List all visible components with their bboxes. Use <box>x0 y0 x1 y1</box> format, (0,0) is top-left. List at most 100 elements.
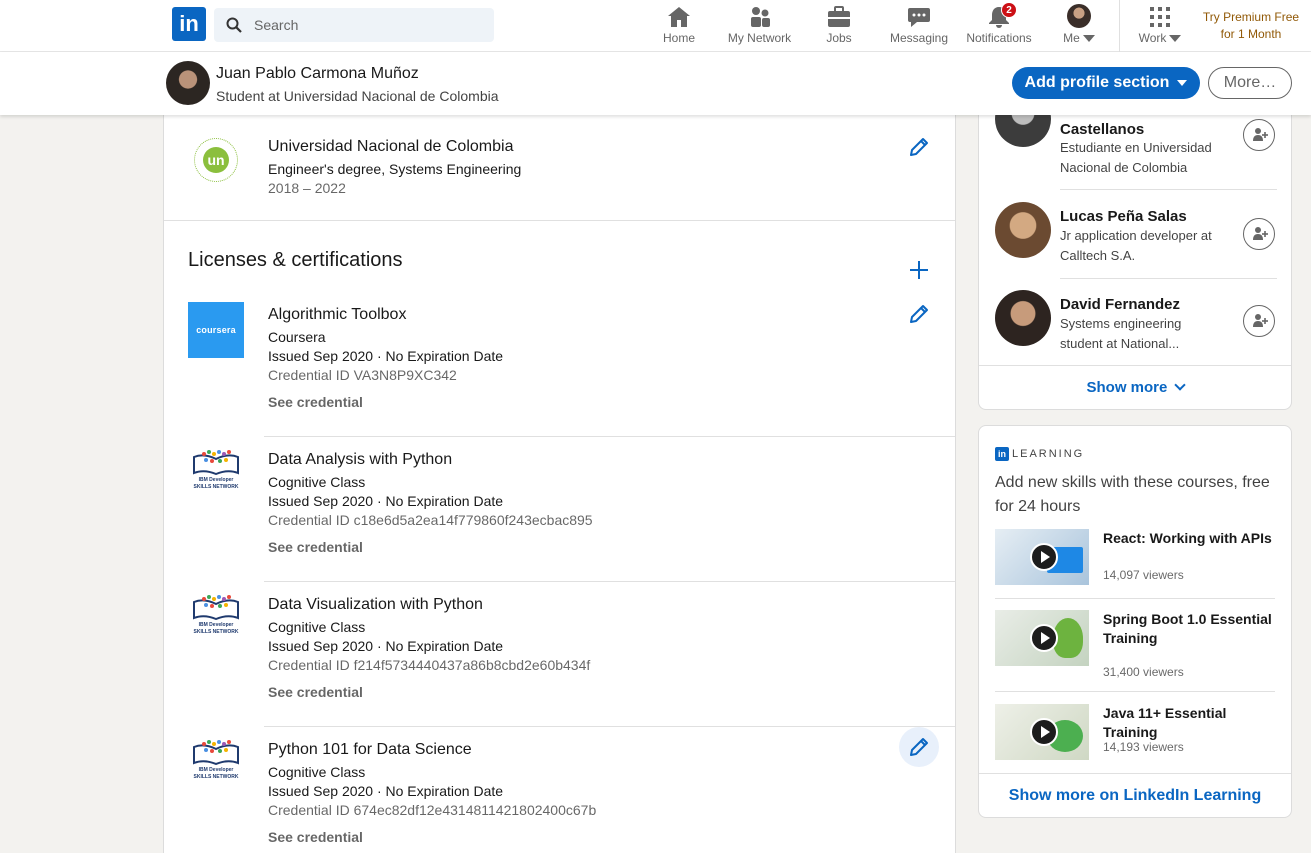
see-credential-link[interactable]: See credential <box>268 684 363 700</box>
add-person-icon <box>1253 314 1268 327</box>
certification-issued: Issued Sep 2020 · No Expiration Date <box>268 348 504 364</box>
certification-name[interactable]: Algorithmic Toolbox <box>268 306 406 324</box>
certification-name[interactable]: Python 101 for Data Science <box>268 741 472 759</box>
chevron-down-icon <box>1169 35 1182 43</box>
certification-issued: Issued Sep 2020 · No Expiration Date <box>268 493 504 509</box>
notification-badge: 2 <box>1001 2 1017 18</box>
search-input[interactable] <box>254 8 484 42</box>
certification-name[interactable]: Data Analysis with Python <box>268 451 452 469</box>
course-thumbnail[interactable] <box>995 610 1089 666</box>
chevron-down-icon <box>1082 35 1095 43</box>
avatar[interactable] <box>995 202 1051 258</box>
connect-button[interactable] <box>1243 119 1275 151</box>
nav-jobs-label: Jobs <box>826 31 852 45</box>
coursera-logo[interactable]: coursera <box>188 302 244 358</box>
linkedin-learning-logo: in <box>995 447 1009 461</box>
certification-item: coursera Algorithmic Toolbox Coursera Is… <box>164 292 955 437</box>
connect-button[interactable] <box>1243 305 1275 337</box>
certification-credential-id: Credential ID f214f5734440437a86b8cbd2e6… <box>268 657 591 673</box>
show-more-button[interactable]: Show more <box>979 365 1291 409</box>
course-item[interactable]: React: Working with APIs 14,097 viewers <box>995 529 1275 601</box>
university-logo-text: un <box>203 147 229 173</box>
ibm-skills-network-logo[interactable]: IBM Developer SKILLS NETWORK <box>190 592 242 648</box>
person-name[interactable]: Lucas Peña Salas <box>1060 208 1187 225</box>
certification-issued: Issued Sep 2020 · No Expiration Date <box>268 638 504 654</box>
course-title[interactable]: Java 11+ Essential Training <box>1103 704 1275 742</box>
certification-credential-id: Credential ID VA3N8P9XC342 <box>268 367 457 383</box>
more-button[interactable]: More… <box>1208 67 1292 99</box>
nav-my-network[interactable]: My Network <box>722 4 797 48</box>
search-icon <box>226 17 242 33</box>
divider <box>995 598 1275 599</box>
education-school[interactable]: Universidad Nacional de Colombia <box>268 138 513 156</box>
nav-me[interactable]: Me <box>1054 4 1104 48</box>
profile-name: Juan Pablo Carmona Muñoz <box>216 65 419 82</box>
pencil-icon <box>910 138 928 156</box>
certification-issuer: Cognitive Class <box>268 474 366 490</box>
play-icon <box>1030 624 1058 652</box>
nav-work[interactable]: Work <box>1134 4 1186 48</box>
chevron-down-icon <box>1173 379 1186 391</box>
see-credential-link[interactable]: See credential <box>268 539 363 555</box>
nav-notifications[interactable]: 2 Notifications <box>963 2 1035 48</box>
learning-label: LEARNING <box>1012 448 1085 460</box>
certification-item: IBM Developer SKILLS NETWORK Data Analys… <box>164 437 955 582</box>
connect-button[interactable] <box>1243 218 1275 250</box>
course-viewers: 14,193 viewers <box>1103 740 1184 754</box>
divider <box>995 691 1275 692</box>
people-also-viewed-card: Castellanos Estudiante en Universidad Na… <box>978 91 1292 410</box>
nav-me-label: Me <box>1063 31 1080 45</box>
nav-home-label: Home <box>662 31 695 45</box>
person-name[interactable]: David Fernandez <box>1060 296 1180 313</box>
course-title[interactable]: React: Working with APIs <box>1103 529 1275 548</box>
ibm-skills-network-logo[interactable]: IBM Developer SKILLS NETWORK <box>190 447 242 503</box>
show-more-learning-link[interactable]: Show more on LinkedIn Learning <box>979 773 1291 818</box>
add-profile-section-label: Add profile section <box>1024 74 1170 91</box>
education-years: 2018 – 2022 <box>268 180 346 196</box>
see-credential-link[interactable]: See credential <box>268 829 363 845</box>
licenses-section-title: Licenses & certifications <box>188 249 403 271</box>
nav-my-network-label: My Network <box>727 31 792 45</box>
avatar[interactable] <box>166 61 210 105</box>
ibm-skills-network-logo[interactable]: IBM Developer SKILLS NETWORK <box>190 737 242 793</box>
profile-headline: Student at Universidad Nacional de Colom… <box>216 88 499 104</box>
certification-issuer: Cognitive Class <box>268 764 366 780</box>
person-headline: Systems engineering student at National.… <box>1060 316 1182 351</box>
certification-item: IBM Developer SKILLS NETWORK Python 101 … <box>164 727 955 853</box>
course-item[interactable]: Java 11+ Essential Training 14,193 viewe… <box>995 704 1275 776</box>
add-license-button[interactable] <box>904 255 934 285</box>
edit-certification-button[interactable] <box>899 727 939 767</box>
course-title[interactable]: Spring Boot 1.0 Essential Training <box>1103 610 1275 648</box>
certification-credential-id: Credential ID 674ec82df12e43148114218024… <box>268 802 597 818</box>
book-icon <box>193 740 239 765</box>
person-headline: Jr application developer at Calltech S.A… <box>1060 228 1212 263</box>
nav-work-label: Work <box>1138 31 1167 45</box>
search-box[interactable] <box>214 8 494 42</box>
try-premium-link[interactable]: Try Premium Free for 1 Month <box>1196 9 1306 43</box>
message-icon <box>908 8 930 27</box>
play-icon <box>1030 718 1058 746</box>
grid-icon <box>1150 7 1170 27</box>
show-more-label: Show more <box>1086 379 1168 396</box>
nav-jobs[interactable]: Jobs <box>814 4 864 48</box>
profile-main-card: un Universidad Nacional de Colombia Engi… <box>163 115 956 853</box>
nav-messaging[interactable]: Messaging <box>886 4 952 48</box>
course-thumbnail[interactable] <box>995 529 1089 585</box>
course-thumbnail[interactable] <box>995 704 1089 760</box>
edit-education-button[interactable] <box>899 127 939 167</box>
home-icon <box>668 7 690 27</box>
person-name[interactable]: Castellanos <box>1060 121 1144 138</box>
avatar[interactable] <box>995 290 1051 346</box>
edit-certification-button[interactable] <box>899 294 939 334</box>
add-profile-section-button[interactable]: Add profile section <box>1012 67 1200 99</box>
certification-issued: Issued Sep 2020 · No Expiration Date <box>268 783 504 799</box>
certification-credential-id: Credential ID c18e6d5a2ea14f779860f243ec… <box>268 512 593 528</box>
course-item[interactable]: Spring Boot 1.0 Essential Training 31,40… <box>995 610 1275 692</box>
see-credential-link[interactable]: See credential <box>268 394 363 410</box>
person-item: Lucas Peña Salas Jr application develope… <box>979 190 1291 279</box>
university-logo[interactable]: un <box>194 138 238 182</box>
linkedin-logo[interactable]: in <box>172 7 206 41</box>
nav-home[interactable]: Home <box>654 4 704 48</box>
certification-name[interactable]: Data Visualization with Python <box>268 596 483 614</box>
pencil-icon <box>910 738 928 756</box>
